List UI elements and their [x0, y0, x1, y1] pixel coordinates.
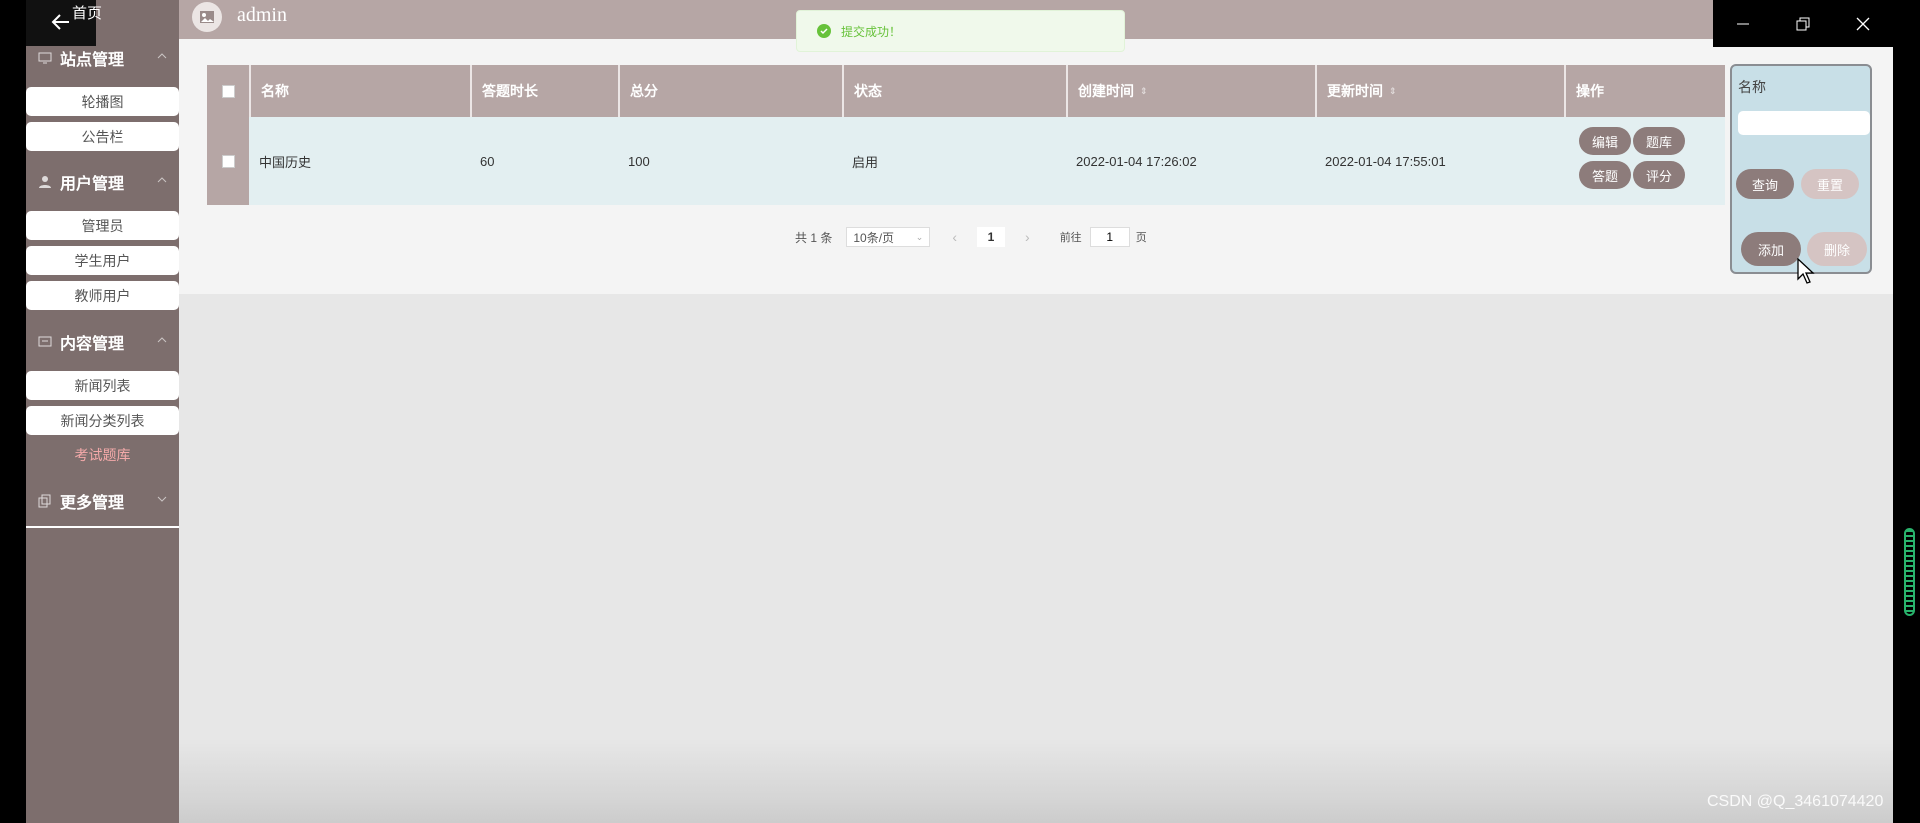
chevron-up-icon	[157, 337, 167, 343]
right-margin	[1893, 0, 1920, 823]
cell-score: 100	[628, 153, 650, 169]
sidebar-group-site[interactable]: 站点管理	[26, 41, 179, 75]
add-button[interactable]: 添加	[1741, 232, 1801, 266]
sidebar-item-news-list[interactable]: 新闻列表	[26, 371, 179, 400]
answer-button[interactable]: 答题	[1579, 161, 1631, 189]
next-page-icon[interactable]: ›	[1025, 229, 1030, 245]
chevron-up-icon	[157, 53, 167, 59]
chevron-up-icon	[157, 177, 167, 183]
cell-updated: 2022-01-04 17:55:01	[1325, 153, 1446, 169]
copy-icon	[38, 494, 51, 508]
query-button[interactable]: 查询	[1736, 169, 1794, 199]
restore-button[interactable]	[1773, 0, 1833, 47]
sidebar-item-carousel[interactable]: 轮播图	[26, 87, 179, 116]
sidebar-item-teachers[interactable]: 教师用户	[26, 281, 179, 310]
row-checkbox[interactable]	[221, 154, 235, 168]
table-header: 名称 答题时长 总分 状态 创建时间 ⇕ 更新时间 ⇕ 操作	[207, 65, 1725, 117]
toast-message: 提交成功！	[841, 24, 902, 39]
avatar[interactable]	[192, 2, 222, 32]
cell-status: 启用	[852, 154, 879, 170]
page-number-current[interactable]: 1	[977, 227, 1006, 247]
mouse-cursor-icon	[1797, 257, 1815, 289]
username: admin	[237, 4, 287, 26]
goto-suffix: 页	[1135, 232, 1147, 244]
sidebar-group-label: 站点管理	[60, 52, 125, 69]
sidebar-group-more[interactable]: 更多管理	[26, 484, 179, 518]
sidebar-group-users[interactable]: 用户管理	[26, 165, 179, 199]
reset-button[interactable]: 重置	[1801, 169, 1859, 199]
col-header-name: 名称	[249, 65, 470, 117]
page-size-value: 10条/页	[853, 230, 895, 245]
name-label: 名称	[1738, 79, 1766, 95]
check-circle-icon	[817, 24, 831, 38]
select-all-cell	[207, 65, 249, 117]
prev-page-icon[interactable]: ‹	[952, 229, 957, 245]
cell-created: 2022-01-04 17:26:02	[1076, 153, 1197, 169]
sort-icon[interactable]: ⇕	[1389, 86, 1397, 97]
message-icon	[38, 336, 52, 347]
left-margin	[0, 0, 26, 823]
page-size-select[interactable]: 10条/页 ⌄	[846, 227, 931, 247]
select-all-checkbox[interactable]	[221, 84, 235, 98]
image-icon	[200, 11, 214, 23]
edit-button[interactable]: 编辑	[1579, 127, 1631, 155]
user-icon	[39, 176, 51, 188]
search-panel: 名称 查询 重置 添加 删除	[1730, 64, 1872, 274]
pagination: 共 1 条 10条/页 ⌄ ‹ 1 › 前往 页	[795, 227, 1147, 247]
table-row: 中国历史 60 100 启用 2022-01-04 17:26:02 2022-…	[207, 117, 1725, 205]
delete-button[interactable]: 删除	[1807, 232, 1867, 266]
chevron-down-icon: ⌄	[915, 231, 924, 242]
question-bank-button[interactable]: 题库	[1633, 127, 1685, 155]
minimize-icon	[1737, 23, 1749, 24]
sidebar-item-news-categories[interactable]: 新闻分类列表	[26, 406, 179, 435]
sidebar-item-notice[interactable]: 公告栏	[26, 122, 179, 151]
success-toast: 提交成功！	[796, 10, 1125, 52]
sidebar: 首页 站点管理 轮播图 公告栏 用户管理 管理员 学生用户 教师用户 内容管理 …	[26, 0, 179, 823]
close-icon	[1856, 17, 1870, 30]
pagination-total: 共 1 条	[795, 230, 833, 245]
goto-label: 前往	[1059, 232, 1082, 244]
col-header-duration: 答题时长	[470, 65, 618, 117]
sidebar-group-label: 更多管理	[60, 495, 125, 512]
col-header-status: 状态	[842, 65, 1066, 117]
col-header-updated[interactable]: 更新时间 ⇕	[1315, 65, 1564, 117]
sidebar-item-exam-bank[interactable]: 考试题库	[26, 440, 179, 469]
sidebar-item-admins[interactable]: 管理员	[26, 211, 179, 240]
sidebar-group-label: 用户管理	[60, 176, 125, 193]
sidebar-group-content[interactable]: 内容管理	[26, 325, 179, 359]
row-select-cell	[207, 117, 249, 205]
grade-button[interactable]: 评分	[1633, 161, 1685, 189]
sidebar-divider	[26, 526, 179, 528]
col-header-created[interactable]: 创建时间 ⇕	[1066, 65, 1315, 117]
sidebar-item-students[interactable]: 学生用户	[26, 246, 179, 275]
window-controls	[1713, 0, 1893, 47]
name-search-input[interactable]	[1738, 111, 1870, 135]
col-header-score: 总分	[618, 65, 842, 117]
scrollbar-thumb[interactable]	[1904, 528, 1915, 616]
chevron-down-icon	[157, 496, 167, 502]
close-button[interactable]	[1833, 0, 1893, 47]
sidebar-group-label: 内容管理	[60, 336, 125, 353]
cell-name: 中国历史	[259, 154, 312, 170]
restore-icon	[1796, 17, 1810, 30]
watermark: CSDN @Q_3461074420	[1707, 793, 1884, 810]
minimize-button[interactable]	[1713, 0, 1773, 47]
col-header-label: 创建时间	[1078, 83, 1134, 99]
sort-icon[interactable]: ⇕	[1140, 86, 1148, 97]
goto-page-input[interactable]	[1089, 227, 1130, 247]
sidebar-item-home[interactable]: 首页	[72, 2, 152, 23]
col-header-actions: 操作	[1564, 65, 1725, 117]
col-header-label: 更新时间	[1327, 83, 1383, 99]
cell-duration: 60	[480, 153, 495, 169]
arrow-left-icon	[51, 9, 71, 37]
monitor-icon	[38, 52, 52, 64]
